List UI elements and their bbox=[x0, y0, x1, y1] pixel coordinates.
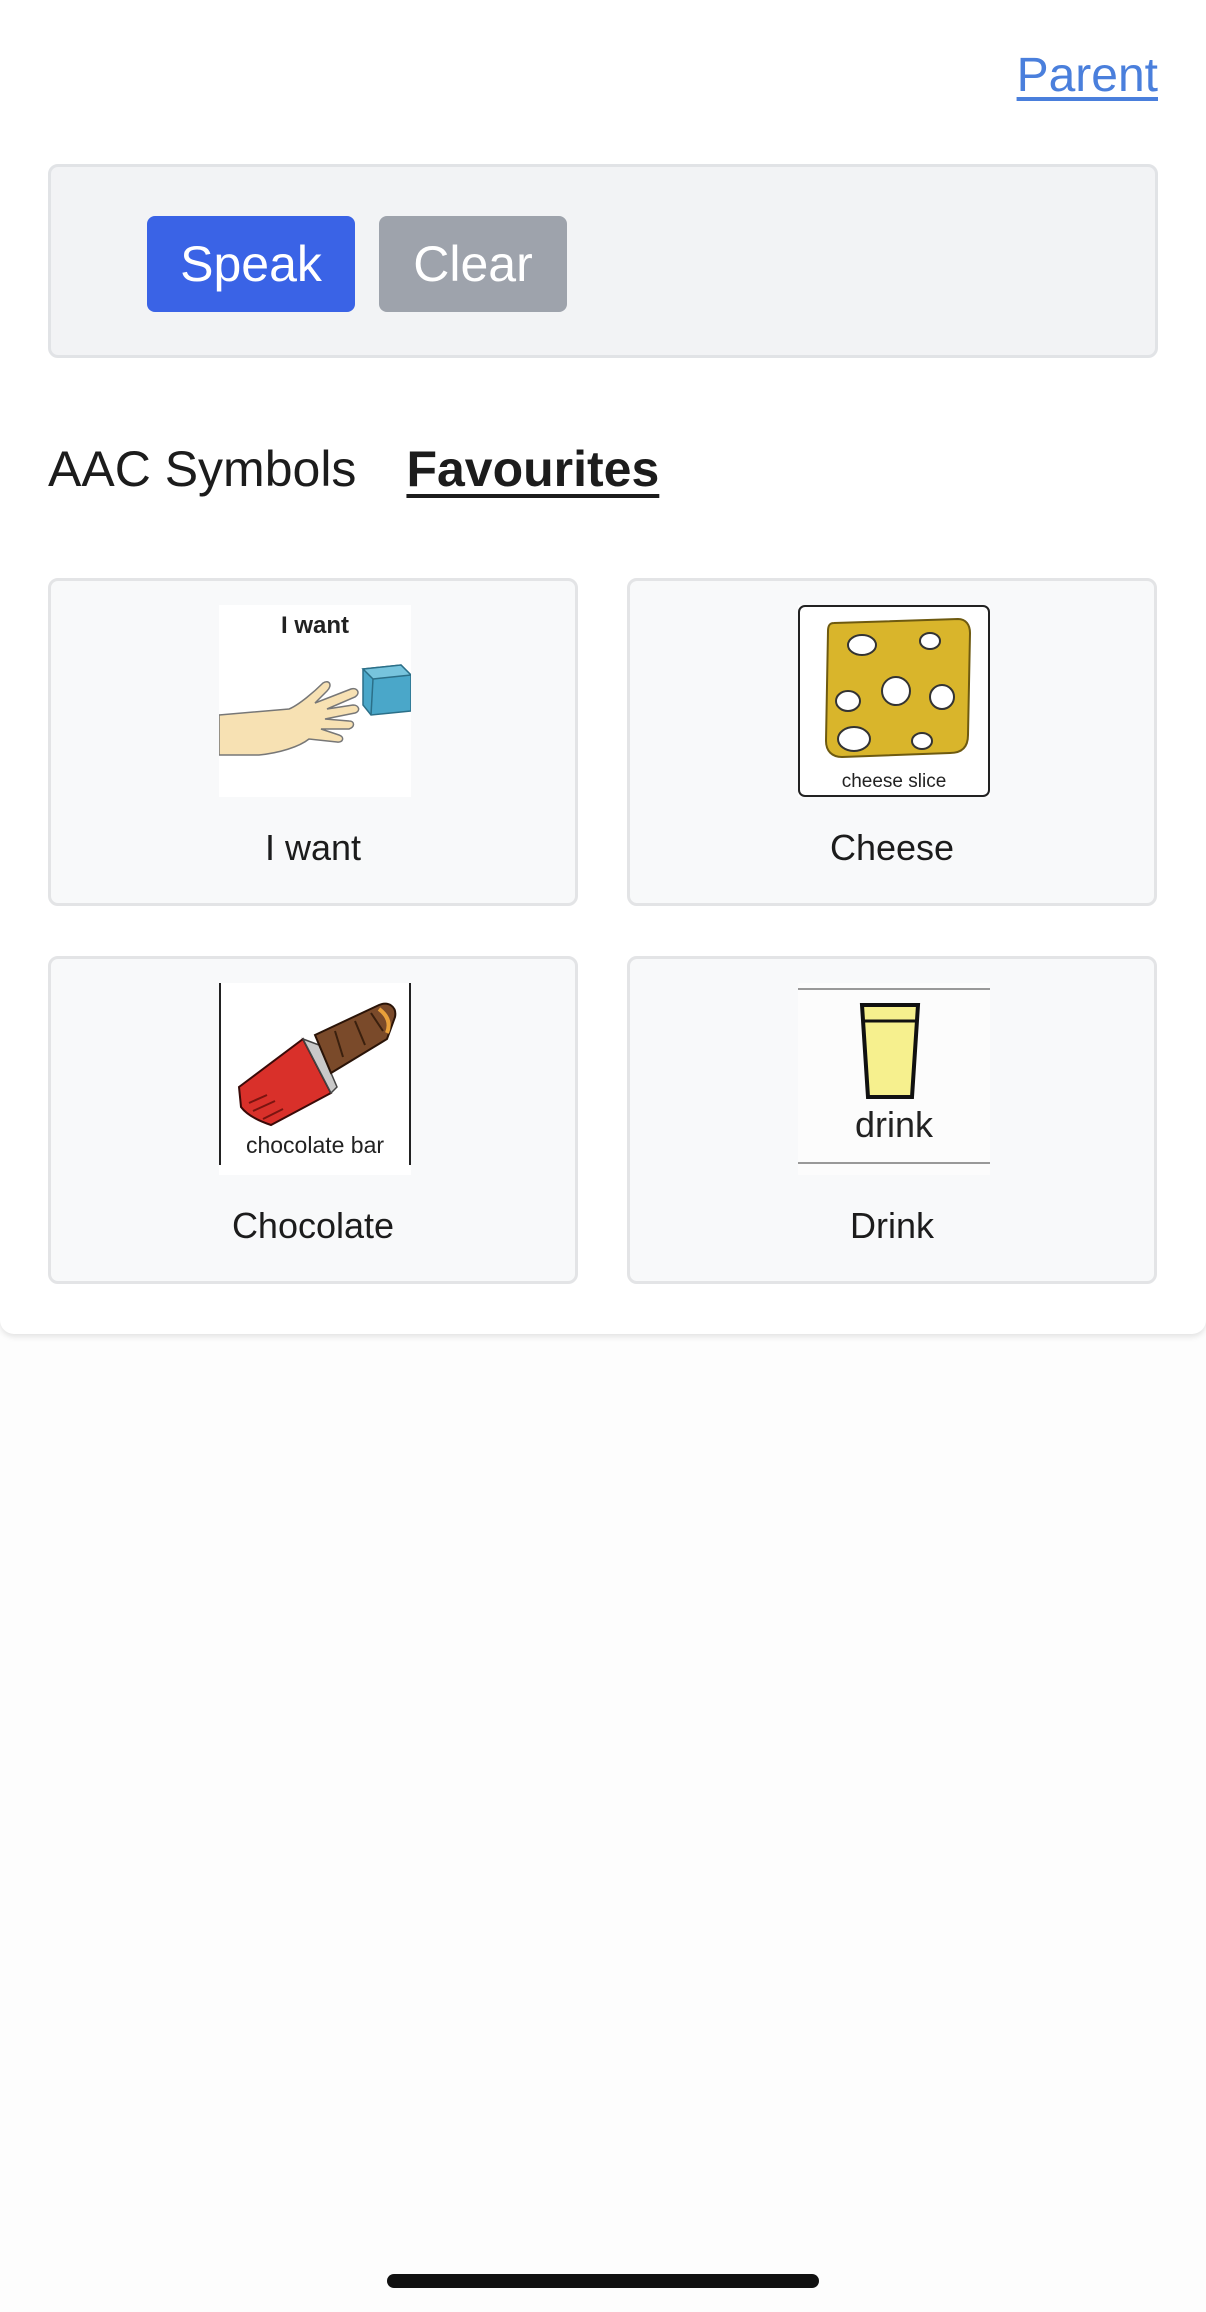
symbol-caption-i-want: I want bbox=[281, 612, 349, 639]
symbol-caption-chocolate: chocolate bar bbox=[246, 1132, 384, 1158]
glass-icon: drink bbox=[798, 983, 990, 1175]
parent-link[interactable]: Parent bbox=[1017, 48, 1158, 103]
speak-button[interactable]: Speak bbox=[147, 216, 355, 312]
app-card: Parent Speak Clear AAC Symbols Favourite… bbox=[0, 0, 1206, 1334]
tile-label: Chocolate bbox=[231, 1205, 395, 1246]
speech-bar: Speak Clear bbox=[48, 164, 1158, 358]
tab-favourites[interactable]: Favourites bbox=[406, 440, 659, 498]
symbol-tile-chocolate[interactable]: chocolate bar Chocolate bbox=[48, 956, 578, 1284]
clear-button[interactable]: Clear bbox=[379, 216, 567, 312]
symbol-caption-drink: drink bbox=[855, 1104, 934, 1145]
symbol-tile-cheese[interactable]: cheese slice Cheese bbox=[627, 578, 1157, 906]
symbol-caption-cheese: cheese slice bbox=[842, 771, 947, 792]
tile-label: Drink bbox=[849, 1205, 934, 1246]
home-indicator bbox=[387, 2274, 819, 2288]
reaching-hand-icon: I want bbox=[218, 605, 413, 797]
symbol-tile-drink[interactable]: drink Drink bbox=[627, 956, 1157, 1284]
tile-label: Cheese bbox=[829, 827, 955, 868]
chocolate-bar-icon: chocolate bar bbox=[219, 983, 411, 1175]
tab-bar: AAC Symbols Favourites bbox=[48, 440, 659, 498]
symbol-image-i-want: I want bbox=[218, 605, 413, 797]
tab-aac-symbols[interactable]: AAC Symbols bbox=[48, 440, 356, 498]
tile-label: I want bbox=[264, 827, 362, 868]
cheese-icon: cheese slice bbox=[798, 605, 990, 797]
symbol-image-drink: drink bbox=[798, 983, 990, 1175]
symbol-image-cheese: cheese slice bbox=[798, 605, 990, 797]
symbol-image-chocolate: chocolate bar bbox=[219, 983, 411, 1175]
symbol-tile-i-want[interactable]: I want I want bbox=[48, 578, 578, 906]
